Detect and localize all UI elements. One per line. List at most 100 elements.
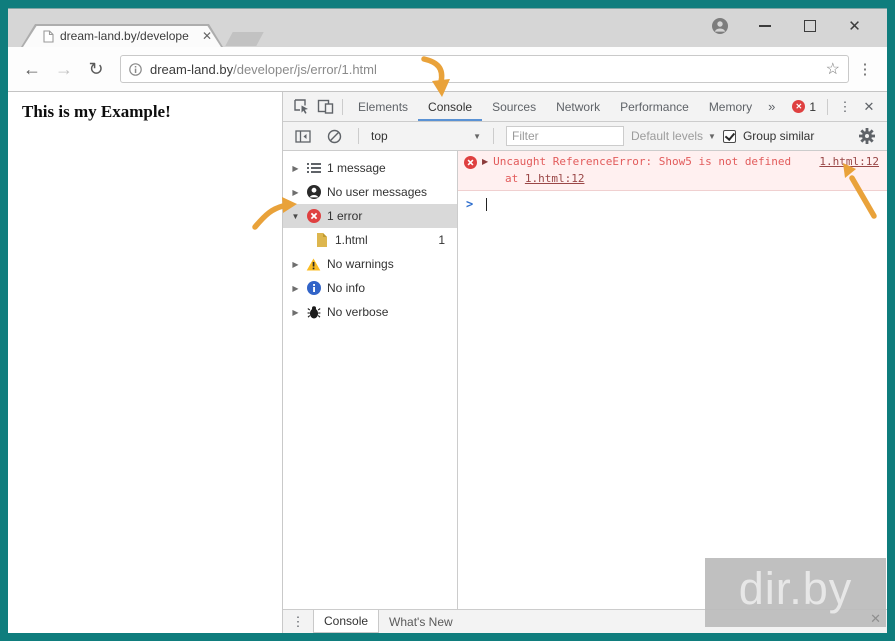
group-similar-label[interactable]: Group similar [743,129,814,143]
profile-button[interactable] [697,13,742,39]
sidebar-item-label: 1.html [335,233,368,247]
sidebar-item-label: 1 message [327,161,386,175]
messages-list-icon [306,161,321,176]
divider [342,98,343,115]
error-file-count: 1 [438,233,445,247]
maximize-icon [803,20,816,32]
sidebar-item-label: No verbose [327,305,389,319]
device-toolbar-button[interactable] [313,95,337,119]
tab-title: dream-land.by/develope [60,29,189,43]
page-info-icon[interactable] [129,62,142,76]
user-messages-icon [306,185,321,200]
page-heading: This is my Example! [22,102,171,121]
watermark-close-icon[interactable]: ✕ [870,612,881,625]
url-host: dream-land.by [150,61,234,77]
bookmark-star-icon[interactable]: ☆ [826,59,840,79]
content-area: This is my Example! Elements Console Sou… [8,92,887,633]
forward-icon: → [55,58,73,79]
disclosure-triangle-icon[interactable]: ▶ [291,308,300,317]
minimize-icon [758,25,771,27]
devtools-tab-elements[interactable]: Elements [348,93,418,121]
sidebar-item-errors[interactable]: ▼ 1 error [283,204,457,228]
disclosure-triangle-icon[interactable]: ▼ [291,212,300,221]
clear-console-button[interactable] [322,124,346,148]
sidebar-item-label: No user messages [327,185,428,199]
sidebar-item-label: 1 error [327,209,363,223]
console-error-message: ▶ Uncaught ReferenceError: Show5 is not … [458,151,887,191]
divider [493,128,494,144]
stack-source-link[interactable]: 1.html:12 [525,172,585,185]
browser-menu-button[interactable]: ⋮ [853,60,877,78]
console-prompt[interactable]: > [458,191,887,217]
console-sidebar-toggle-button[interactable] [291,124,315,148]
prompt-chevron-icon: > [466,197,474,211]
maximize-button[interactable] [787,13,832,39]
info-icon [306,281,321,296]
error-badge-icon: ✕ [792,100,806,113]
checkmark-icon [724,129,735,141]
kebab-menu-icon: ⋮ [838,98,852,114]
bug-icon [306,305,321,320]
browser-window: ✕ dream-land.by/develope ✕ ← → ↻ dream-l… [8,8,887,633]
expand-error-triangle-icon[interactable]: ▶ [482,157,488,166]
devtools-menu-button[interactable]: ⋮ [833,99,857,115]
sidebar-item-warnings[interactable]: ▶ No warnings [283,252,457,276]
back-button[interactable]: ← [18,55,46,83]
warning-icon [306,257,321,272]
error-message-text: Uncaught ReferenceError: Show5 is not de… [493,155,792,168]
log-levels-selector[interactable]: Default levels ▼ [631,129,716,143]
watermark-text: dir.by [738,563,853,614]
filter-input[interactable] [506,126,624,146]
error-icon [306,209,321,224]
divider [358,128,359,144]
sidebar-toggle-icon [295,129,311,143]
inspect-element-button[interactable] [289,95,313,119]
sidebar-item-error-file[interactable]: 1.html 1 [283,228,457,252]
devtools-tab-network[interactable]: Network [546,93,610,121]
profile-icon [711,18,728,34]
drawer-tab-console[interactable]: Console [313,610,380,633]
drawer-tab-whats-new[interactable]: What's New [379,610,463,633]
refresh-button[interactable]: ↻ [82,55,110,83]
disclosure-triangle-icon[interactable]: ▶ [291,284,300,293]
error-badge-count: 1 [809,99,816,114]
sidebar-item-messages[interactable]: ▶ 1 message [283,156,457,180]
disclosure-triangle-icon[interactable]: ▶ [291,164,300,173]
sidebar-item-user-messages[interactable]: ▶ No user messages [283,180,457,204]
devtools-tab-performance[interactable]: Performance [610,93,699,121]
devtools-close-button[interactable]: ✕ [857,99,881,115]
disclosure-triangle-icon[interactable]: ▶ [291,260,300,269]
more-tabs-chevron-icon[interactable]: » [762,99,781,114]
log-levels-label: Default levels [631,129,704,143]
chevron-down-icon: ▼ [708,131,716,141]
disclosure-triangle-icon[interactable]: ▶ [291,188,300,197]
sidebar-item-verbose[interactable]: ▶ No verbose [283,300,457,324]
forward-button[interactable]: → [50,55,78,83]
divider [827,98,828,115]
devtools-tab-memory[interactable]: Memory [699,93,762,121]
console-body: ▶ 1 message ▶ No user messages ▼ 1 error… [283,151,887,609]
devtools-tab-console[interactable]: Console [418,93,482,121]
console-toolbar: top ▼ Default levels ▼ Group similar [283,122,887,151]
group-similar-checkbox[interactable] [722,129,736,143]
stack-prefix: at [505,172,519,185]
console-settings-button[interactable] [855,124,879,148]
minimize-button[interactable] [742,13,787,39]
devtools-tab-sources[interactable]: Sources [482,93,546,121]
sidebar-item-info[interactable]: ▶ No info [283,276,457,300]
browser-tab[interactable]: dream-land.by/develope ✕ [22,25,222,47]
tab-close-icon[interactable]: ✕ [202,30,212,42]
address-bar[interactable]: dream-land.by/developer/js/error/1.html … [120,55,849,83]
device-toolbar-icon [317,99,333,114]
text-cursor [486,197,488,211]
drawer-menu-button[interactable]: ⋮ [283,610,313,633]
execution-context-selector[interactable]: top ▼ [371,129,481,143]
browser-nav-toolbar: ← → ↻ dream-land.by/developer/js/error/1… [8,47,887,92]
chevron-down-icon: ▼ [473,131,481,141]
new-tab-button[interactable] [225,32,264,46]
close-window-button[interactable]: ✕ [832,13,877,39]
refresh-icon: ↻ [88,58,104,79]
window-frame: ✕ dream-land.by/develope ✕ ← → ↻ dream-l… [0,0,895,641]
error-source-link[interactable]: 1.html:12 [819,155,879,168]
watermark: dir.by ✕ [705,558,886,627]
